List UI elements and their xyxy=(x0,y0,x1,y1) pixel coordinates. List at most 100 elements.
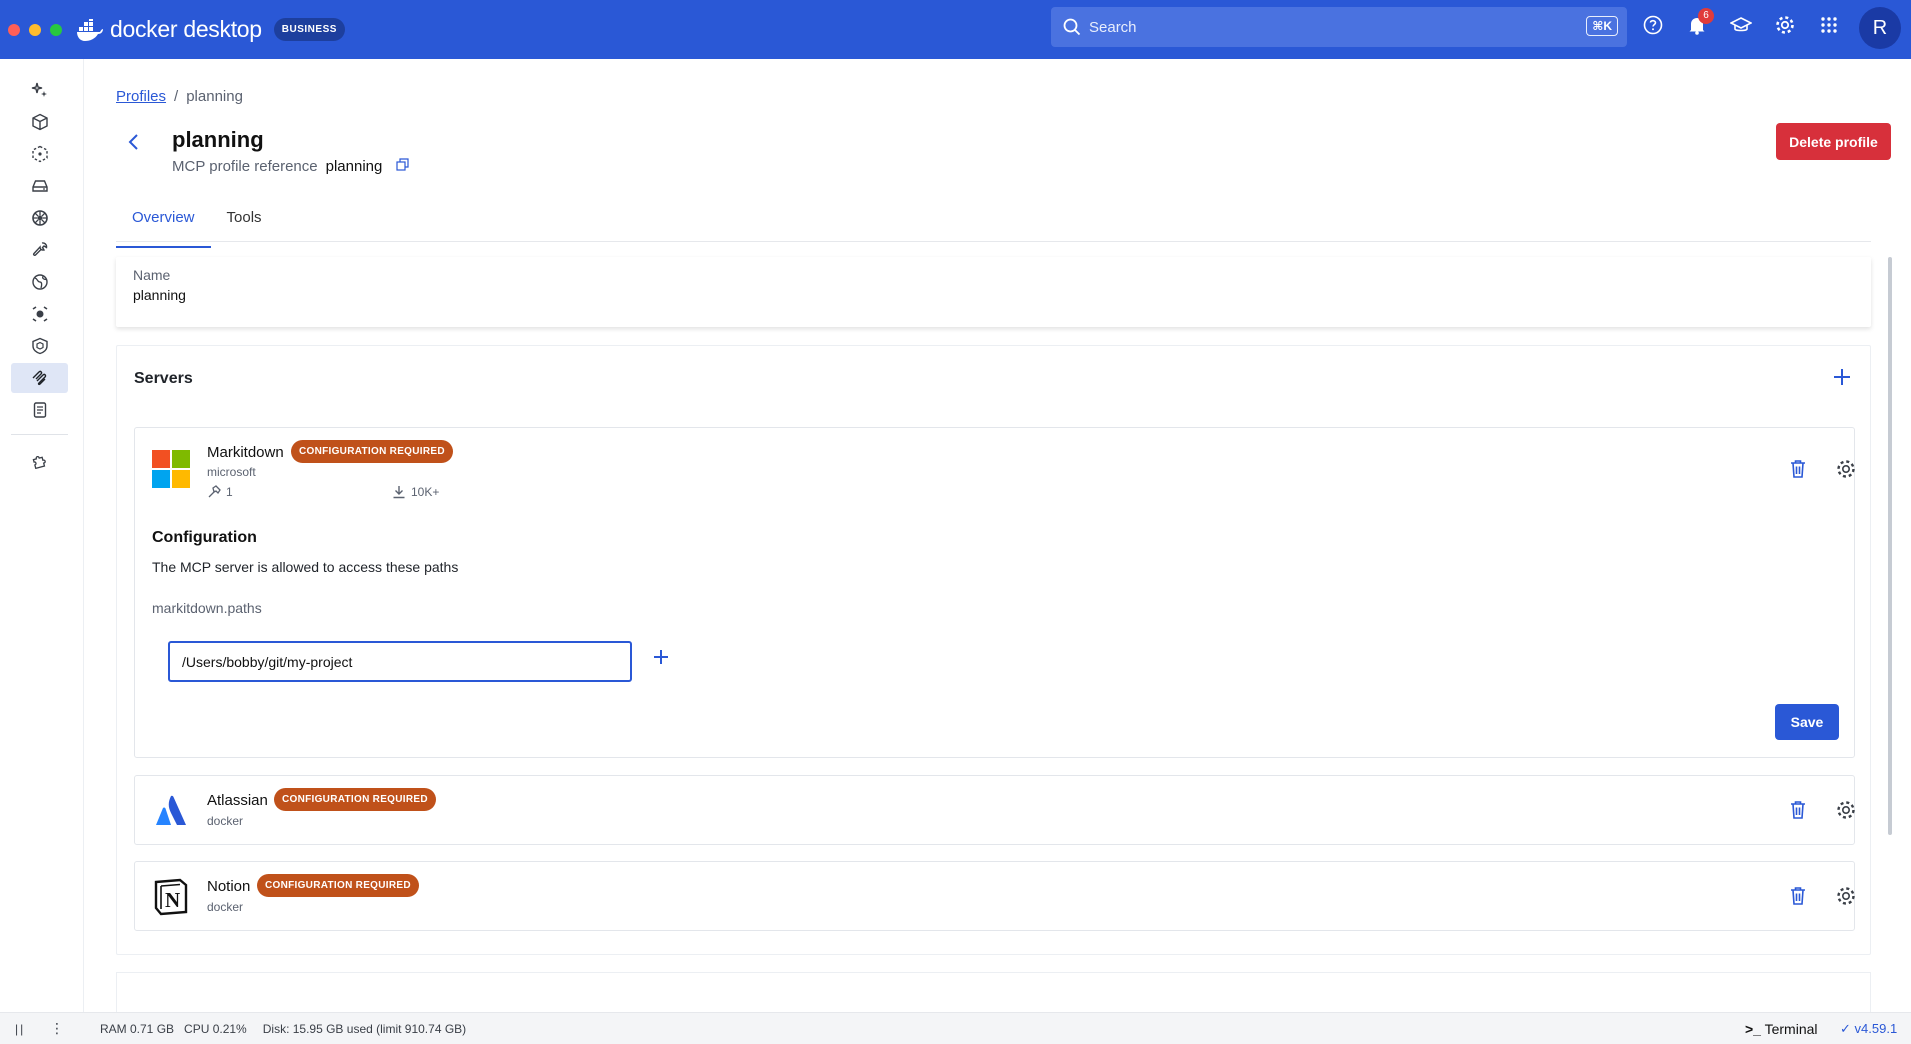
search-placeholder: Search xyxy=(1089,18,1137,36)
delete-server-trash-icon[interactable] xyxy=(1785,456,1811,482)
copy-icon[interactable] xyxy=(396,158,409,175)
profile-name-card: Name planning xyxy=(116,257,1871,327)
sidebar-item-models[interactable] xyxy=(11,395,68,425)
microsoft-logo-icon xyxy=(152,450,190,488)
docker-logo: docker desktop xyxy=(76,16,262,43)
terminal-prompt-icon: >_ xyxy=(1745,1021,1761,1037)
tools-count-value: 1 xyxy=(226,485,233,499)
settings-gear-icon[interactable] xyxy=(1772,12,1798,38)
wrench-icon xyxy=(32,242,47,257)
minimize-window-button[interactable] xyxy=(29,23,41,36)
server-settings-gear-icon[interactable] xyxy=(1833,883,1859,909)
sidebar-item-docker-hub[interactable] xyxy=(11,267,68,297)
sidebar xyxy=(0,59,84,1012)
breadcrumb-separator: / xyxy=(174,88,179,105)
server-tools-count: 1 xyxy=(207,485,233,499)
check-icon: ✓ xyxy=(1840,1021,1851,1036)
sidebar-item-containers[interactable] xyxy=(11,107,68,137)
tabs-divider xyxy=(116,241,1871,242)
terminal-label: Terminal xyxy=(1764,1021,1818,1037)
server-publisher: microsoft xyxy=(207,465,256,479)
app-name: docker desktop xyxy=(110,16,262,42)
tools-hammer-icon xyxy=(208,485,221,498)
sidebar-item-builds[interactable] xyxy=(11,235,68,265)
notification-count-badge: 6 xyxy=(1698,8,1714,24)
version-label: v4.59.1 xyxy=(1854,1021,1898,1036)
server-settings-gear-icon[interactable] xyxy=(1833,797,1859,823)
name-value: planning xyxy=(133,287,186,303)
search-bar[interactable]: Search ⌘K xyxy=(1051,7,1627,47)
sidebar-item-volumes[interactable] xyxy=(11,171,68,201)
page-title: planning xyxy=(172,127,264,152)
profile-reference-value: planning xyxy=(325,158,383,175)
extensions-grid-icon[interactable] xyxy=(1816,12,1842,38)
sidebar-item-extensions[interactable] xyxy=(11,445,68,475)
terminal-button[interactable]: >_ Terminal xyxy=(1745,1021,1818,1037)
status-bar: || ⋮ RAM 0.71 GB CPU 0.21% Disk: 15.95 G… xyxy=(0,1012,1911,1044)
server-name: Markitdown xyxy=(207,444,284,461)
cube-icon xyxy=(31,113,48,131)
server-settings-gear-icon[interactable] xyxy=(1833,456,1859,482)
server-publisher: docker xyxy=(207,814,244,828)
learning-center-icon[interactable] xyxy=(1728,12,1754,38)
delete-profile-button[interactable]: Delete profile xyxy=(1776,123,1891,160)
user-avatar[interactable]: R xyxy=(1859,7,1901,49)
name-label: Name xyxy=(133,267,171,283)
sidebar-item-hardened-images[interactable] xyxy=(11,331,68,361)
sidebar-item-kubernetes[interactable] xyxy=(11,203,68,233)
next-section-card xyxy=(116,972,1871,1012)
save-configuration-button[interactable]: Save xyxy=(1775,704,1839,740)
pause-icon[interactable]: || xyxy=(15,1022,25,1036)
hard-drive-icon xyxy=(31,180,48,192)
configuration-required-badge: CONFIGURATION REQUIRED xyxy=(274,788,436,811)
sidebar-divider xyxy=(11,434,68,435)
add-server-plus-icon[interactable] xyxy=(1833,368,1851,391)
version-indicator[interactable]: ✓ v4.59.1 xyxy=(1840,1021,1897,1037)
breadcrumb-link-profiles[interactable]: Profiles xyxy=(116,88,166,105)
sidebar-item-mcp-toolkit[interactable] xyxy=(11,363,68,393)
breadcrumb-current: planning xyxy=(186,88,243,105)
path-input[interactable] xyxy=(168,641,632,682)
configuration-required-badge: CONFIGURATION REQUIRED xyxy=(257,874,419,897)
maximize-window-button[interactable] xyxy=(50,23,62,36)
servers-heading: Servers xyxy=(134,370,193,387)
plan-badge: BUSINESS xyxy=(273,18,345,41)
mcp-toolkit-icon xyxy=(32,370,46,386)
add-path-plus-icon[interactable] xyxy=(653,649,669,670)
profile-reference-label: MCP profile reference xyxy=(172,158,318,175)
close-window-button[interactable] xyxy=(8,23,20,36)
servers-card: Servers Markitdown CONFIGURATION REQUIRE… xyxy=(116,345,1871,955)
shield-cube-icon xyxy=(31,337,48,355)
server-item-notion: N Notion CONFIGURATION REQUIRED docker xyxy=(134,861,1855,931)
dashed-cube-icon xyxy=(31,145,48,163)
more-options-icon[interactable]: ⋮ xyxy=(50,1020,64,1037)
document-icon xyxy=(33,402,46,418)
delete-server-trash-icon[interactable] xyxy=(1785,883,1811,909)
configuration-key-label: markitdown.paths xyxy=(152,600,262,616)
help-icon[interactable] xyxy=(1640,12,1666,38)
configuration-required-badge: CONFIGURATION REQUIRED xyxy=(291,440,453,463)
search-icon xyxy=(1063,18,1081,36)
svg-text:N: N xyxy=(165,888,180,912)
downloads-value: 10K+ xyxy=(411,485,440,499)
disk-usage: Disk: 15.95 GB used (limit 910.74 GB) xyxy=(262,1022,467,1036)
top-actions: 6 xyxy=(1640,8,1842,38)
puzzle-piece-icon xyxy=(32,456,46,469)
scout-radar-icon xyxy=(32,306,47,322)
sidebar-item-images[interactable] xyxy=(11,139,68,169)
kubernetes-helm-icon xyxy=(31,210,48,226)
configuration-heading: Configuration xyxy=(152,529,257,546)
breadcrumb: Profiles / planning xyxy=(116,88,243,105)
sidebar-item-scout[interactable] xyxy=(11,299,68,329)
notifications-bell-icon[interactable]: 6 xyxy=(1684,8,1714,38)
server-downloads: 10K+ xyxy=(392,485,439,499)
sidebar-item-ask-gordon[interactable] xyxy=(11,75,68,105)
server-name: Notion xyxy=(207,878,251,895)
notion-logo-icon: N xyxy=(154,878,188,916)
server-item-atlassian: Atlassian CONFIGURATION REQUIRED docker xyxy=(134,775,1855,845)
sparkles-icon xyxy=(31,82,47,97)
delete-server-trash-icon[interactable] xyxy=(1785,797,1811,823)
atlassian-logo-icon xyxy=(156,795,186,825)
back-arrow-icon[interactable] xyxy=(126,133,142,156)
main-scrollbar[interactable] xyxy=(1888,257,1892,835)
